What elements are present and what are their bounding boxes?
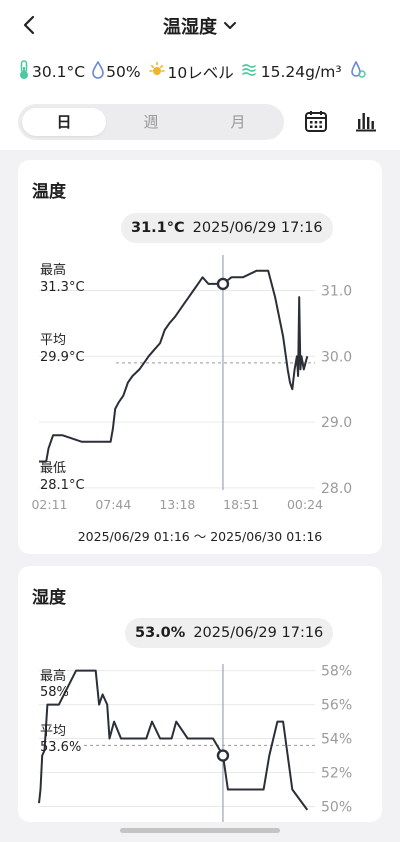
h-y-tick-label: 58% xyxy=(321,664,352,680)
dew-stat xyxy=(349,60,369,83)
humidity-cursor-marker xyxy=(216,749,230,762)
t-x-tick-label: 00:24 xyxy=(287,497,323,512)
light-stat: 10レベル xyxy=(148,61,234,83)
calendar-icon xyxy=(305,111,327,132)
thermometer-icon xyxy=(18,60,32,84)
t-x-tick-label: 18:51 xyxy=(223,497,259,512)
temperature-stat: 30.1°C xyxy=(18,60,85,84)
dew-icon xyxy=(349,60,369,83)
humidity-max-value: 58% xyxy=(40,685,69,700)
h-y-tick-label: 56% xyxy=(321,698,352,714)
humidity-tooltip-value: 53.0% xyxy=(135,625,186,641)
humidity-stat: 50% xyxy=(92,60,141,83)
temperature-max-label: 最高 xyxy=(40,262,66,278)
calendar-button[interactable] xyxy=(302,106,330,136)
period-tabs: 日 週 月 xyxy=(18,104,284,140)
page-title: 温湿度 xyxy=(163,17,217,38)
tab-month[interactable]: 月 xyxy=(196,108,280,136)
humidity-avg-label: 平均 xyxy=(40,724,66,739)
humidity-card: 湿度 53.0% 2025/06/29 17:16 50% 52% 54% 56% 58%… xyxy=(18,566,382,822)
title-dropdown[interactable]: 温湿度 xyxy=(0,13,400,39)
temperature-card-title: 温度 xyxy=(32,182,66,202)
t-y-tick-label: 30.0 xyxy=(321,349,352,365)
humidity-chart[interactable]: 50% 52% 54% 56% 58% 最高 58% 平均 53.6% xyxy=(18,656,382,822)
sun-icon xyxy=(148,61,168,83)
top-bar: 温湿度 30.1°C 50% 10レベル 15.24g/m³ 日 週 月 xyxy=(0,0,400,150)
temperature-cursor-marker xyxy=(216,277,230,291)
h-y-tick-label: 54% xyxy=(321,732,352,748)
temperature-card: 温度 31.1°C 2025/06/29 17:16 28.0 29.0 30.0 31… xyxy=(18,160,382,554)
home-indicator xyxy=(120,828,280,833)
h-y-tick-label: 50% xyxy=(321,800,352,816)
temperature-min-label: 最低 xyxy=(40,461,66,476)
temperature-avg-label: 平均 xyxy=(40,333,66,348)
stats-row: 30.1°C 50% 10レベル 15.24g/m³ xyxy=(18,60,398,84)
temperature-value: 30.1°C xyxy=(32,63,86,81)
t-x-tick-label: 13:18 xyxy=(159,497,195,512)
humidity-tooltip: 53.0% 2025/06/29 17:16 xyxy=(125,618,334,648)
humidity-max-label: 最高 xyxy=(40,668,66,684)
temperature-min-value: 28.1°C xyxy=(40,478,85,493)
bar-chart-button[interactable] xyxy=(352,106,380,136)
temperature-range: 2025/06/29 01:16 ～ 2025/06/30 01:16 xyxy=(77,529,323,544)
bar-chart-icon xyxy=(356,113,376,132)
humidity-value: 50% xyxy=(106,63,141,81)
temperature-max-value: 31.3°C xyxy=(40,280,85,295)
temperature-tooltip-value: 31.1°C xyxy=(131,220,185,236)
tab-week[interactable]: 週 xyxy=(109,108,193,136)
t-x-tick-label: 07:44 xyxy=(95,497,131,512)
humidity-tooltip-time: 2025/06/29 17:16 xyxy=(193,625,324,641)
chevron-down-icon xyxy=(223,16,237,35)
temperature-tooltip: 31.1°C 2025/06/29 17:16 xyxy=(121,213,333,243)
t-y-tick-label: 28.0 xyxy=(321,481,352,497)
temperature-series-line xyxy=(39,269,309,463)
humidity-card-title: 湿度 xyxy=(32,588,66,608)
humidity-avg-value: 53.6% xyxy=(40,740,81,755)
t-y-tick-label: 29.0 xyxy=(321,415,352,431)
tab-day[interactable]: 日 xyxy=(22,108,106,136)
t-x-tick-label: 02:11 xyxy=(31,497,67,512)
mist-icon xyxy=(241,61,261,83)
temperature-chart[interactable]: 28.0 29.0 30.0 31.0 02:11 07:44 13:18 18:51 00:… xyxy=(18,250,382,515)
absolute-humidity-value: 15.24g/m³ xyxy=(260,63,342,81)
t-y-tick-label: 31.0 xyxy=(321,283,352,299)
droplet-icon xyxy=(92,60,106,83)
temperature-avg-value: 29.9°C xyxy=(40,350,85,365)
light-value: 10レベル xyxy=(167,64,234,82)
h-y-tick-label: 52% xyxy=(321,766,352,782)
temperature-tooltip-time: 2025/06/29 17:16 xyxy=(192,220,323,236)
absolute-humidity-stat: 15.24g/m³ xyxy=(241,61,342,83)
